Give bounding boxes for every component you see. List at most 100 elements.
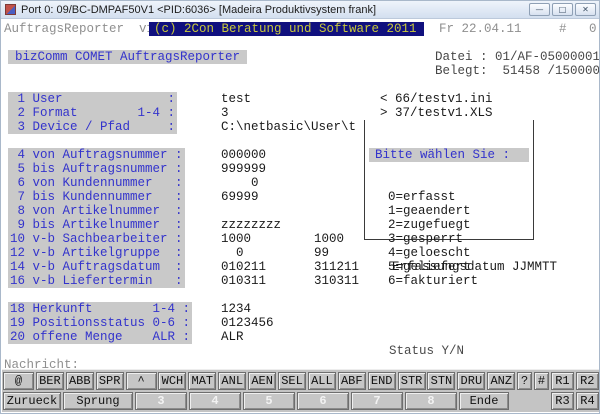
fkey-all[interactable]: ALL — [308, 372, 336, 390]
field-value-9[interactable]: zzzzzzzz — [221, 218, 281, 232]
field-value-19[interactable]: 0123456 — [221, 316, 274, 330]
close-icon[interactable]: ✕ — [575, 3, 596, 16]
field-value-5[interactable]: 999999 — [221, 162, 266, 176]
datei-info: Datei : 01/AF-05000001 — [435, 50, 600, 64]
field-label-4: 4 von Auftragsnummer : — [8, 148, 185, 162]
fkey-hash[interactable]: # — [534, 372, 549, 390]
form-row-1: 1 User : test < 66/testv1.ini — [2, 92, 600, 106]
window-title: Port 0: 09/BC-DMPAF50V1 <PID:6036> [Made… — [21, 4, 376, 16]
field-value-3[interactable]: C:\netbasic\User\t — [221, 120, 356, 134]
fkey-caret[interactable]: ^ — [126, 372, 157, 390]
fkey-anz[interactable]: ANZ — [487, 372, 515, 390]
field-label-1: 1 User : — [8, 92, 177, 106]
fkey-wch[interactable]: WCH — [158, 372, 186, 390]
popup-option-3[interactable]: 3=gesperrt — [365, 232, 533, 246]
field-value2-10[interactable]: 1000 — [314, 232, 344, 246]
field-ref-2: > 37/testv1.XLS — [380, 106, 493, 120]
fkey-ende[interactable]: Ende — [459, 392, 509, 410]
field-label-18: 18 Herkunft 1-4 : — [8, 302, 192, 316]
fkey-at[interactable]: @ — [3, 372, 34, 390]
fkey-aen[interactable]: AEN — [248, 372, 276, 390]
field-label-5: 5 bis Auftragsnummer : — [8, 162, 185, 176]
belegt-info: Belegt: 51458 /150000 — [435, 64, 600, 78]
fkey-r1[interactable]: R1 — [551, 372, 574, 390]
terminal-window: Port 0: 09/BC-DMPAF50V1 <PID:6036> [Made… — [0, 0, 600, 414]
popup-title: Bitte wählen Sie : — [369, 148, 529, 162]
field-value-18[interactable]: 1234 — [221, 302, 251, 316]
field-label-16: 16 v-b Liefertermin : — [8, 274, 185, 288]
maximize-icon[interactable]: □ — [552, 3, 573, 16]
field-label-19: 19 Positionsstatus 0-6 : — [8, 316, 192, 330]
fkey-r4[interactable]: R4 — [576, 392, 599, 410]
form-row-2: 2 Format 1-4 : 3 > 37/testv1.XLS — [2, 106, 600, 120]
field-value-7[interactable]: 69999 — [221, 190, 259, 204]
field-value-6[interactable]: 0 — [221, 176, 259, 190]
fkey-end[interactable]: END — [368, 372, 396, 390]
form-row-19: 19 Positionsstatus 0-6 : 0123456 — [2, 316, 600, 330]
field-value-20[interactable]: ALR — [221, 330, 244, 344]
window-controls: — □ ✕ — [529, 3, 596, 16]
fkey-mat[interactable]: MAT — [188, 372, 216, 390]
field-value-2[interactable]: 3 — [221, 106, 229, 120]
fkey-8: 8 — [405, 392, 457, 410]
popup-option-5[interactable]: 5=geliefert — [365, 260, 533, 274]
field-label-3: 3 Device / Pfad : — [8, 120, 177, 134]
app-icon — [5, 4, 16, 15]
fkey-4: 4 — [189, 392, 241, 410]
fkey-spr[interactable]: SPR — [96, 372, 124, 390]
fkey-str[interactable]: STR — [398, 372, 426, 390]
fkey-3: 3 — [135, 392, 187, 410]
field-label-6: 6 von Kundennummer : — [8, 176, 185, 190]
minimize-icon[interactable]: — — [529, 3, 550, 16]
fkey-question[interactable]: ? — [517, 372, 532, 390]
popup-option-0[interactable]: 0=erfasst — [365, 190, 533, 204]
field-value2-12[interactable]: 99 — [314, 246, 329, 260]
status-hint: Status Y/N — [389, 344, 464, 358]
header-counter: # 0 — [559, 22, 597, 36]
fkey-sel[interactable]: SEL — [278, 372, 306, 390]
field-label-20: 20 offene Menge ALR : — [8, 330, 192, 344]
fkey-dru[interactable]: DRU — [457, 372, 485, 390]
fkey-sprung[interactable]: Sprung — [63, 392, 133, 410]
field-label-14: 14 v-b Auftragsdatum : — [8, 260, 185, 274]
fkey-r2[interactable]: R2 — [576, 372, 599, 390]
fkey-6: 6 — [297, 392, 349, 410]
field-label-2: 2 Format 1-4 : — [8, 106, 177, 120]
app-title: AuftragsReporter v1 — [4, 22, 154, 36]
field-label-10: 10 v-b Sachbearbeiter : — [8, 232, 185, 246]
fkey-anl[interactable]: ANL — [218, 372, 246, 390]
field-value2-16[interactable]: 310311 — [314, 274, 359, 288]
field-ref-1: < 66/testv1.ini — [380, 92, 493, 106]
header-date: Fr 22.04.11 — [439, 22, 522, 36]
field-label-8: 8 von Artikelnummer : — [8, 204, 185, 218]
popup-option-4[interactable]: 4=geloescht — [365, 246, 533, 260]
terminal-screen: AuftragsReporter v1 (c) 2Con Beratung un… — [2, 20, 600, 371]
fkey-abf[interactable]: ABF — [338, 372, 366, 390]
field-label-12: 12 v-b Artikelgruppe : — [8, 246, 185, 260]
field-value-16[interactable]: 010311 — [221, 274, 266, 288]
popup-option-1[interactable]: 1=geaendert — [365, 204, 533, 218]
title-bar: Port 0: 09/BC-DMPAF50V1 <PID:6036> [Made… — [1, 1, 599, 19]
popup-option-6[interactable]: 6=fakturiert — [365, 274, 533, 288]
fkey-abb[interactable]: ABB — [66, 372, 94, 390]
toolbar-row-1: @BERABBSPR^WCHMATANLAENSELALLABFENDSTRST… — [3, 372, 599, 390]
fkey-stn[interactable]: STN — [427, 372, 455, 390]
popup-option-2[interactable]: 2=zugefuegt — [365, 218, 533, 232]
fkey-5: 5 — [243, 392, 295, 410]
fkey-r3[interactable]: R3 — [551, 392, 574, 410]
field-label-7: 7 bis Kundennummer : — [8, 190, 185, 204]
fkey-zurueck[interactable]: Zurueck — [3, 392, 61, 410]
field-value2-14[interactable]: 311211 — [314, 260, 359, 274]
form-row-20: 20 offene Menge ALR : ALR — [2, 330, 600, 344]
field-value-10[interactable]: 1000 — [221, 232, 251, 246]
fkey-7: 7 — [351, 392, 403, 410]
field-value-1[interactable]: test — [221, 92, 251, 106]
popup-item-list: 0=erfasst1=geaendert2=zugefuegt3=gesperr… — [365, 190, 533, 288]
selection-popup: Bitte wählen Sie : 0=erfasst1=geaendert2… — [364, 120, 534, 240]
field-value-12[interactable]: 0 — [221, 246, 244, 260]
field-value-14[interactable]: 010211 — [221, 260, 266, 274]
toolbar-row-2: ZurueckSprung345678Ende R3R4 — [3, 392, 599, 410]
field-value-4[interactable]: 000000 — [221, 148, 266, 162]
fkey-ber[interactable]: BER — [36, 372, 64, 390]
field-label-9: 9 bis Artikelnummer : — [8, 218, 185, 232]
